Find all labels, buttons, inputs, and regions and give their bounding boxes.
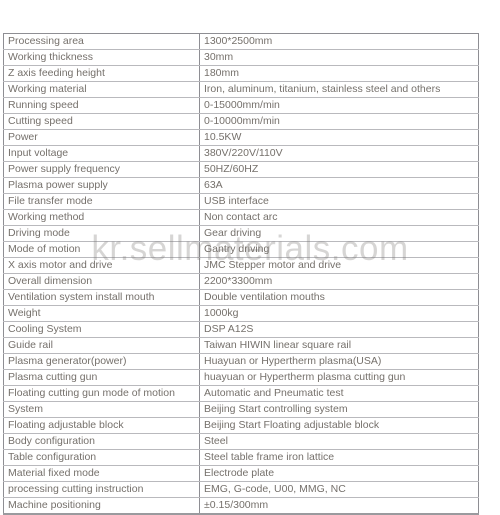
spec-parameter-value: Gantry driving [199, 241, 479, 258]
spec-parameter-value: huayuan or Hypertherm plasma cutting gun [199, 369, 479, 386]
spec-parameter-name: Cooling System [3, 321, 200, 338]
table-row: Plasma power supply 63A [3, 177, 479, 194]
spec-parameter-value: 10.5KW [199, 129, 479, 146]
table-row: Working method Non contact arc [3, 209, 479, 226]
table-row: Floating cutting gun mode of motion Autom… [3, 385, 479, 402]
spec-parameter-value: USB interface [199, 193, 479, 210]
table-body: Processing area 1300*2500mm Working thickn… [3, 33, 479, 515]
spec-parameter-name: Running speed [3, 97, 200, 114]
spec-parameter-value: 63A [199, 177, 479, 194]
spec-parameter-value: Huayuan or Hypertherm plasma(USA) [199, 353, 479, 370]
table-row: Running speed 0-15000mm/min [3, 97, 479, 114]
spec-parameter-value: Double ventilation mouths [199, 289, 479, 306]
spec-parameter-name: Material fixed mode [3, 465, 200, 482]
spec-parameter-value: 180mm [199, 65, 479, 82]
spec-parameter-name: Floating adjustable block [3, 417, 200, 434]
spec-parameter-name: Plasma cutting gun [3, 369, 200, 386]
spec-parameter-value: 50HZ/60HZ [199, 161, 479, 178]
spec-parameter-name: Power [3, 129, 200, 146]
spec-parameter-value: Gear driving [199, 225, 479, 242]
table-row: System Beijing Start controlling system [3, 401, 479, 418]
spec-parameter-name: Cutting speed [3, 113, 200, 130]
table-row: Processing area 1300*2500mm [3, 33, 479, 50]
table-row: Plasma generator(power) Huayuan or Hypert… [3, 353, 479, 370]
spec-parameter-name: Body configuration [3, 433, 200, 450]
table-row: Cutting speed 0-10000mm/min [3, 113, 479, 130]
spec-parameter-name: Mode of motion [3, 241, 200, 258]
table-row: Power 10.5KW [3, 129, 479, 146]
table-row: File transfer mode USB interface [3, 193, 479, 210]
spec-parameter-value: Electrode plate [199, 465, 479, 482]
spec-parameter-name: Working material [3, 81, 200, 98]
spec-parameter-value: 30mm [199, 49, 479, 66]
table-row: Working thickness 30mm [3, 49, 479, 66]
spec-parameter-value: Steel [199, 433, 479, 450]
spec-parameter-value: 2200*3300mm [199, 273, 479, 290]
spec-parameter-value: JMC Stepper motor and drive [199, 257, 479, 274]
spec-parameter-value: EMG, G-code, U00, MMG, NC [199, 481, 479, 498]
specification-table-container: Processing area 1300*2500mm Working thickn… [3, 33, 479, 515]
spec-parameter-name: Plasma power supply [3, 177, 200, 194]
table-row: Plasma cutting gun huayuan or Hypertherm … [3, 369, 479, 386]
spec-parameter-name: Z axis feeding height [3, 65, 200, 82]
spec-parameter-name: Table configuration [3, 449, 200, 466]
table-row: Driving mode Gear driving [3, 225, 479, 242]
spec-parameter-value: 0-10000mm/min [199, 113, 479, 130]
spec-parameter-name: Floating cutting gun mode of motion [3, 385, 200, 402]
table-row: Body configuration Steel [3, 433, 479, 450]
spec-parameter-name: Working thickness [3, 49, 200, 66]
machine-specification-table: Processing area 1300*2500mm Working thickn… [3, 33, 479, 515]
spec-parameter-name: Working method [3, 209, 200, 226]
table-row: Input voltage 380V/220V/110V [3, 145, 479, 162]
table-row: Material fixed mode Electrode plate [3, 465, 479, 482]
spec-parameter-name: Guide rail [3, 337, 200, 354]
spec-parameter-name: File transfer mode [3, 193, 200, 210]
spec-parameter-name: Weight [3, 305, 200, 322]
spec-parameter-value: Beijing Start Floating adjustable block [199, 417, 479, 434]
spec-parameter-name: processing cutting instruction [3, 481, 200, 498]
spec-parameter-name: Processing area [3, 33, 200, 50]
table-row: Guide rail Taiwan HIWIN linear square rai… [3, 337, 479, 354]
spec-parameter-name: Ventilation system install mouth [3, 289, 200, 306]
spec-parameter-value: Beijing Start controlling system [199, 401, 479, 418]
spec-parameter-name: Plasma generator(power) [3, 353, 200, 370]
table-row: Power supply frequency 50HZ/60HZ [3, 161, 479, 178]
spec-parameter-name: Power supply frequency [3, 161, 200, 178]
spec-parameter-value: Iron, aluminum, titanium, stainless stee… [199, 81, 479, 98]
table-row: X axis motor and drive JMC Stepper motor … [3, 257, 479, 274]
spec-parameter-value: Taiwan HIWIN linear square rail [199, 337, 479, 354]
spec-parameter-value: Steel table frame iron lattice [199, 449, 479, 466]
spec-parameter-value: Non contact arc [199, 209, 479, 226]
table-row: Cooling System DSP A12S [3, 321, 479, 338]
table-row: Working material Iron, aluminum, titanium… [3, 81, 479, 98]
spec-parameter-value: Automatic and Pneumatic test [199, 385, 479, 402]
spec-parameter-name: X axis motor and drive [3, 257, 200, 274]
table-row: Overall dimension 2200*3300mm [3, 273, 479, 290]
spec-parameter-value: 0-15000mm/min [199, 97, 479, 114]
spec-parameter-value: 1000kg [199, 305, 479, 322]
table-row: processing cutting instruction EMG, G-cod… [3, 481, 479, 498]
table-row: Floating adjustable block Beijing Start F… [3, 417, 479, 434]
spec-parameter-value: 380V/220V/110V [199, 145, 479, 162]
table-row: Weight 1000kg [3, 305, 479, 322]
table-row: Mode of motion Gantry driving [3, 241, 479, 258]
spec-parameter-name: System [3, 401, 200, 418]
spec-parameter-value: DSP A12S [199, 321, 479, 338]
spec-parameter-name: Overall dimension [3, 273, 200, 290]
table-row: Ventilation system install mouth Double v… [3, 289, 479, 306]
spec-parameter-name: Driving mode [3, 225, 200, 242]
spec-parameter-value: 1300*2500mm [199, 33, 479, 50]
table-row: Z axis feeding height 180mm [3, 65, 479, 82]
spec-parameter-name: Input voltage [3, 145, 200, 162]
table-row: Table configuration Steel table frame iro… [3, 449, 479, 466]
